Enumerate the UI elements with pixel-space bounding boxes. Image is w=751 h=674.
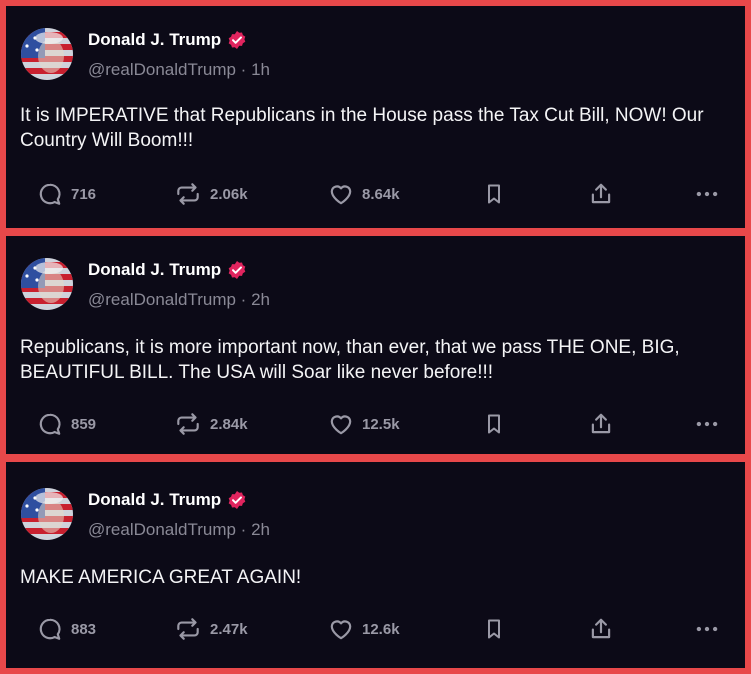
reply-count: 859 xyxy=(71,415,97,433)
reply-count: 883 xyxy=(71,620,97,638)
share-upload-icon xyxy=(588,411,614,437)
repost-button[interactable]: 2.06k xyxy=(174,179,248,209)
post-text: MAKE AMERICA GREAT AGAIN! xyxy=(20,567,302,588)
like-count: 12.6k xyxy=(362,620,400,638)
speech-bubble-icon xyxy=(37,181,63,207)
more-dots-icon xyxy=(694,616,720,642)
action-bar: 716 2.06k 8.64k xyxy=(6,179,745,209)
reply-button[interactable]: 716 xyxy=(37,179,96,209)
post-text: It is IMPERATIVE that Republicans in the… xyxy=(20,105,704,151)
like-count: 8.64k xyxy=(362,185,400,203)
repost-count: 2.47k xyxy=(210,620,248,638)
bookmark-icon xyxy=(482,411,506,437)
avatar[interactable] xyxy=(21,258,73,310)
action-bar: 883 2.47k 12.6k xyxy=(6,614,745,644)
like-button[interactable]: 12.5k xyxy=(328,409,400,439)
reply-count: 716 xyxy=(71,185,97,203)
share-upload-icon xyxy=(588,181,614,207)
share-button[interactable] xyxy=(588,179,614,209)
post-card[interactable]: Donald J. Trump @realDonaldTrump · 2h Re… xyxy=(6,236,745,454)
heart-icon xyxy=(328,411,354,437)
reply-button[interactable]: 859 xyxy=(37,409,96,439)
like-count: 12.5k xyxy=(362,415,400,433)
bookmark-icon xyxy=(482,616,506,642)
bookmark-button[interactable] xyxy=(482,179,506,209)
author-name-label: Donald J. Trump xyxy=(88,260,222,279)
like-button[interactable]: 8.64k xyxy=(328,179,400,209)
action-bar: 859 2.84k 12.5k xyxy=(6,409,745,439)
reply-button[interactable]: 883 xyxy=(37,614,96,644)
repost-arrows-icon xyxy=(174,616,202,642)
more-button[interactable] xyxy=(694,409,720,439)
bookmark-button[interactable] xyxy=(482,409,506,439)
share-upload-icon xyxy=(588,616,614,642)
avatar[interactable] xyxy=(21,488,73,540)
bookmark-icon xyxy=(482,181,506,207)
avatar[interactable] xyxy=(21,28,73,80)
author-name[interactable]: Donald J. Trump xyxy=(88,30,247,50)
heart-icon xyxy=(328,616,354,642)
repost-button[interactable]: 2.84k xyxy=(174,409,248,439)
share-button[interactable] xyxy=(588,409,614,439)
handle-and-time[interactable]: @realDonaldTrump · 2h xyxy=(88,520,270,540)
like-button[interactable]: 12.6k xyxy=(328,614,400,644)
author-name-label: Donald J. Trump xyxy=(88,490,222,509)
more-dots-icon xyxy=(694,181,720,207)
author-name[interactable]: Donald J. Trump xyxy=(88,260,247,280)
repost-arrows-icon xyxy=(174,411,202,437)
verified-badge-icon xyxy=(227,30,247,50)
repost-button[interactable]: 2.47k xyxy=(174,614,248,644)
post-card[interactable]: Donald J. Trump @realDonaldTrump · 1h It… xyxy=(6,6,745,228)
repost-arrows-icon xyxy=(174,181,202,207)
verified-badge-icon xyxy=(227,260,247,280)
repost-count: 2.84k xyxy=(210,415,248,433)
more-dots-icon xyxy=(694,411,720,437)
handle-and-time[interactable]: @realDonaldTrump · 2h xyxy=(88,290,270,310)
repost-count: 2.06k xyxy=(210,185,248,203)
more-button[interactable] xyxy=(694,614,720,644)
author-name-label: Donald J. Trump xyxy=(88,30,222,49)
author-name[interactable]: Donald J. Trump xyxy=(88,490,247,510)
heart-icon xyxy=(328,181,354,207)
post-text: Republicans, it is more important now, t… xyxy=(20,337,680,383)
verified-badge-icon xyxy=(227,490,247,510)
speech-bubble-icon xyxy=(37,616,63,642)
speech-bubble-icon xyxy=(37,411,63,437)
bookmark-button[interactable] xyxy=(482,614,506,644)
more-button[interactable] xyxy=(694,179,720,209)
share-button[interactable] xyxy=(588,614,614,644)
post-card[interactable]: Donald J. Trump @realDonaldTrump · 2h MA… xyxy=(6,462,745,668)
handle-and-time[interactable]: @realDonaldTrump · 1h xyxy=(88,60,270,80)
